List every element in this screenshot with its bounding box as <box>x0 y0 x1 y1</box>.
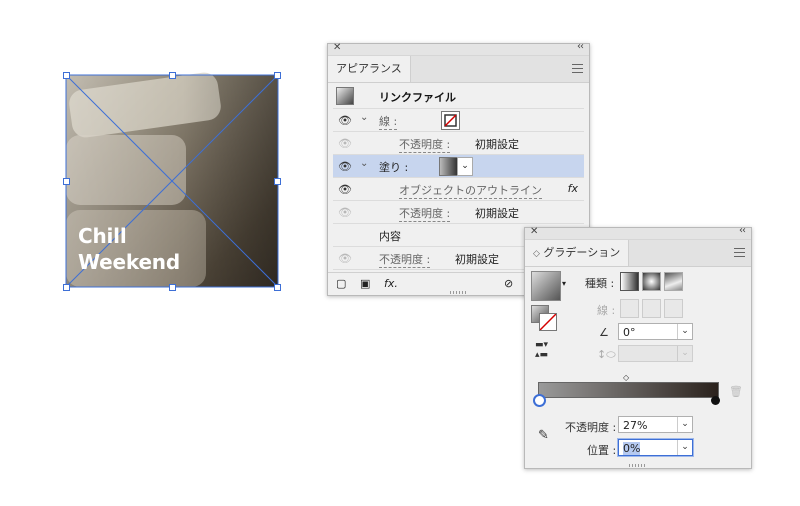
opacity-value: 初期設定 <box>475 207 519 220</box>
collapse-icon[interactable]: ‹‹ <box>577 41 584 52</box>
close-icon[interactable]: ✕ <box>333 42 341 53</box>
appearance-row-effect[interactable]: 👁 オブジェクトのアウトライン fx <box>333 178 584 201</box>
opacity-value: 初期設定 <box>475 138 519 151</box>
selection-handle[interactable] <box>63 72 70 79</box>
stop-opacity-label: 不透明度 : <box>565 421 617 434</box>
resize-grip[interactable] <box>629 464 647 467</box>
aspect-ratio-icon: ↕⬭ <box>597 348 616 361</box>
panel-tabrow: アピアランス <box>328 56 589 83</box>
add-fill-icon[interactable]: ▣ <box>360 277 370 290</box>
artwork-image[interactable]: Chill Weekend <box>65 70 279 288</box>
stroke-label: 線 : <box>597 304 616 317</box>
add-effect-button[interactable]: fx. <box>384 277 398 290</box>
chevron-down-icon[interactable]: ⌄ <box>677 324 692 339</box>
close-icon[interactable]: ✕ <box>530 226 538 237</box>
chevron-down-icon[interactable]: ⌄ <box>360 158 368 169</box>
opacity-value: 初期設定 <box>455 253 499 266</box>
artwork-text-line2: Weekend <box>78 250 180 274</box>
gradient-panel: ✕ ‹‹ ◇ グラデーション ▾ ▬▾ ▴▬ 種類 : 線 : ∠ 0° ⌄ ↕⬭… <box>524 225 752 469</box>
object-type-label: リンクファイル <box>379 91 456 104</box>
appearance-row-stroke[interactable]: 👁 ⌄ 線 : <box>333 109 584 132</box>
appearance-header-row[interactable]: リンクファイル <box>333 84 584 109</box>
angle-field[interactable]: 0° ⌄ <box>618 323 693 340</box>
eye-icon[interactable]: 👁 <box>338 160 352 173</box>
chevron-down-icon[interactable]: ⌄ <box>677 417 692 432</box>
caret-down-icon[interactable]: ▾ <box>562 279 566 288</box>
opacity-label[interactable]: 不透明度 : <box>379 251 431 268</box>
opacity-label[interactable]: 不透明度 : <box>399 205 451 222</box>
chevron-down-icon[interactable]: ⌄ <box>360 112 368 123</box>
eyedropper-icon[interactable]: ✎ <box>538 428 549 443</box>
chevron-down-icon[interactable]: ⌄ <box>677 440 692 455</box>
opacity-label[interactable]: 不透明度 : <box>399 136 451 153</box>
selection-handle[interactable] <box>274 284 281 291</box>
eye-icon[interactable]: 👁 <box>338 137 352 150</box>
panel-titlebar[interactable]: ✕ ‹‹ <box>328 41 589 56</box>
radial-gradient-button[interactable] <box>642 272 661 291</box>
selection-handle[interactable] <box>63 178 70 185</box>
stop-position-field[interactable]: 0% ⌄ <box>618 439 693 456</box>
add-stroke-icon[interactable]: ▢ <box>336 277 346 290</box>
stroke-label[interactable]: 線 : <box>379 113 398 130</box>
gradient-swatch[interactable] <box>439 157 458 176</box>
stop-position-value: 0% <box>623 442 641 455</box>
tab-gradient-label: グラデーション <box>543 246 621 259</box>
panel-menu-icon[interactable] <box>734 248 745 257</box>
effect-label[interactable]: オブジェクトのアウトライン <box>399 182 542 199</box>
chevron-down-icon: ⌄ <box>677 346 692 361</box>
aspect-ratio-field: ⌄ <box>618 345 693 362</box>
selection-handle[interactable] <box>274 72 281 79</box>
fill-label[interactable]: 塗り : <box>379 159 408 175</box>
eye-icon[interactable]: 👁 <box>338 206 352 219</box>
angle-icon: ∠ <box>599 326 609 339</box>
gradient-preview-swatch[interactable] <box>531 271 561 301</box>
delete-stop-icon[interactable]: 🗑 <box>729 385 743 398</box>
stop-opacity-field[interactable]: 27% ⌄ <box>618 416 693 433</box>
stop-position-label: 位置 : <box>587 444 617 457</box>
linear-gradient-button[interactable] <box>620 272 639 291</box>
stroke-across-button <box>664 299 683 318</box>
stroke-none-swatch[interactable] <box>441 111 460 130</box>
appearance-row-stroke-opacity[interactable]: 👁 不透明度 : 初期設定 <box>333 132 584 155</box>
stop-opacity-value: 27% <box>623 419 648 432</box>
eye-icon[interactable]: 👁 <box>338 252 352 265</box>
collapse-icon[interactable]: ‹‹ <box>739 225 746 236</box>
tab-options-icon: ◇ <box>533 249 540 259</box>
selection-handle[interactable] <box>63 284 70 291</box>
gradient-slider[interactable] <box>538 382 719 398</box>
contents-label: 内容 <box>379 230 401 243</box>
selection-handle[interactable] <box>169 284 176 291</box>
angle-value: 0° <box>623 326 636 339</box>
selection-handle[interactable] <box>274 178 281 185</box>
midpoint-diamond-icon[interactable]: ◇ <box>623 373 629 382</box>
eye-icon[interactable]: 👁 <box>338 114 352 127</box>
eye-icon[interactable]: 👁 <box>338 183 352 196</box>
stroke-none-swatch[interactable] <box>539 313 557 331</box>
tab-appearance[interactable]: アピアランス <box>328 56 411 82</box>
panel-tabrow: ◇ グラデーション <box>525 240 751 267</box>
fx-icon[interactable]: fx <box>568 182 578 195</box>
resize-grip[interactable] <box>449 291 468 294</box>
panel-menu-icon[interactable] <box>572 64 583 73</box>
swap-colors-icon[interactable]: ▬▾ ▴▬ <box>535 340 548 360</box>
stroke-along-button <box>642 299 661 318</box>
object-thumbnail <box>336 87 354 105</box>
chevron-down-icon[interactable]: ⌄ <box>457 157 473 176</box>
tab-gradient[interactable]: ◇ グラデーション <box>525 240 630 266</box>
freeform-gradient-button[interactable] <box>664 272 683 291</box>
clear-appearance-icon[interactable]: ⊘ <box>504 277 513 290</box>
appearance-row-fill-opacity[interactable]: 👁 不透明度 : 初期設定 <box>333 201 584 224</box>
artwork-text: Chill Weekend <box>78 223 180 275</box>
type-label: 種類 : <box>585 277 615 290</box>
artwork-text-line1: Chill <box>78 224 127 248</box>
appearance-row-fill[interactable]: 👁 ⌄ 塗り : ⌄ <box>333 155 584 178</box>
stroke-within-button <box>620 299 639 318</box>
gradient-stop-right[interactable] <box>711 396 720 405</box>
gradient-stop-left[interactable] <box>533 394 546 407</box>
selection-handle[interactable] <box>169 72 176 79</box>
panel-titlebar[interactable]: ✕ ‹‹ <box>525 225 751 240</box>
